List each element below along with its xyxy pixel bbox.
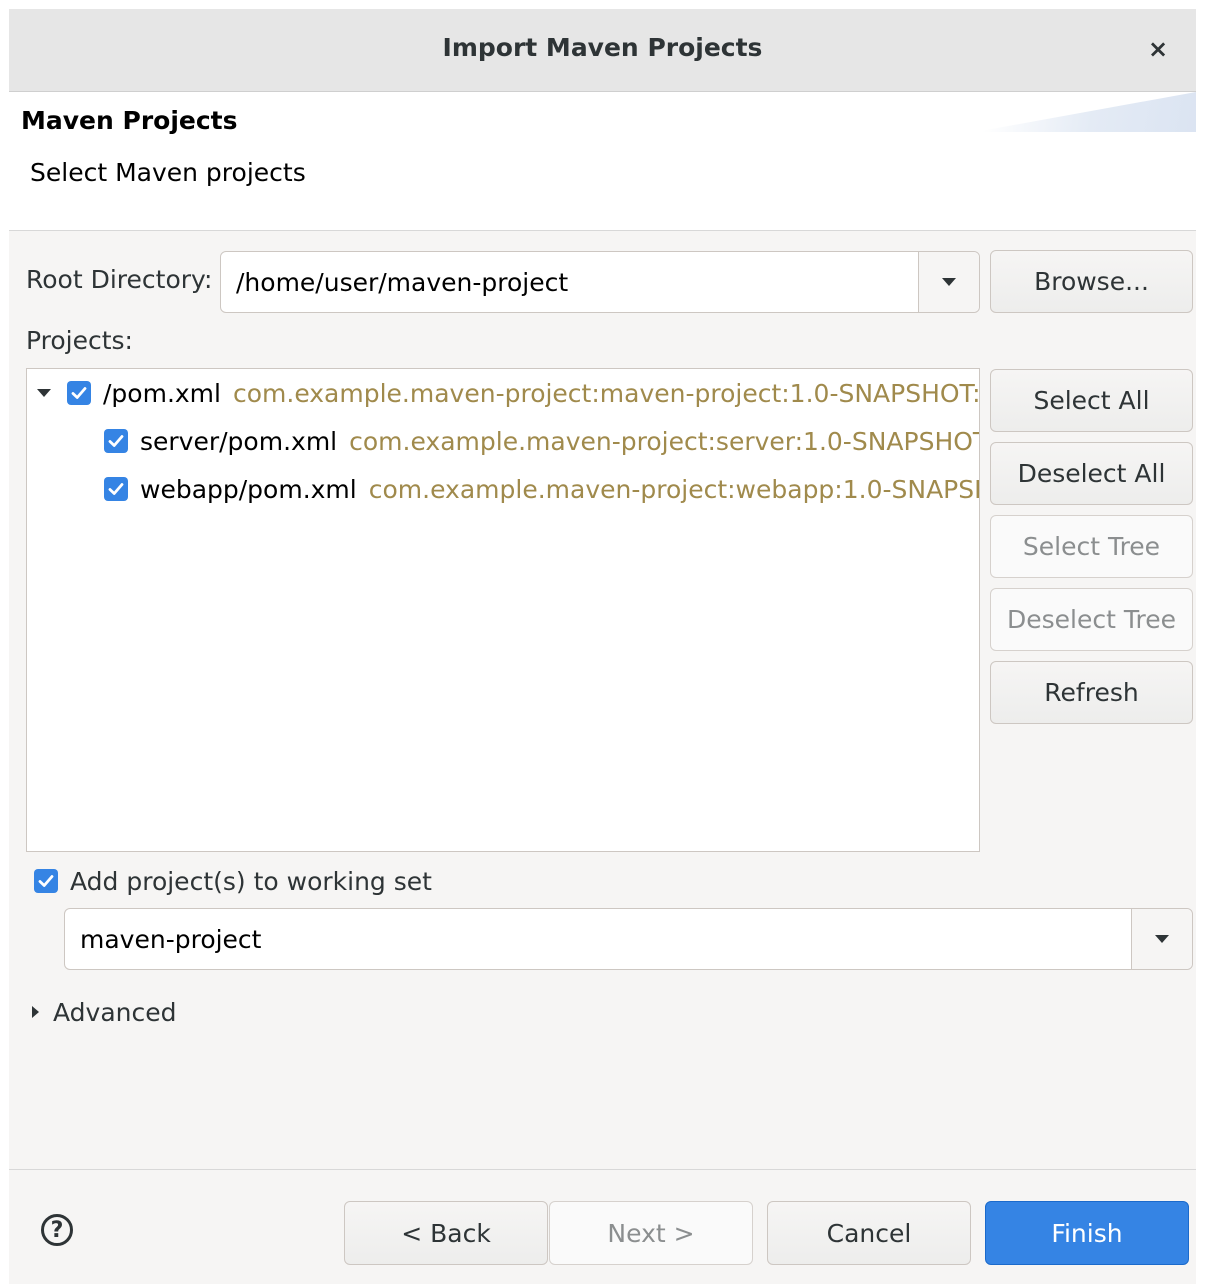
working-set-dropdown-button[interactable]: [1131, 909, 1192, 969]
checkbox-checked-icon[interactable]: [104, 477, 128, 501]
checkbox-checked-icon[interactable]: [104, 429, 128, 453]
next-button[interactable]: Next >: [549, 1201, 753, 1265]
checkbox-checked-icon[interactable]: [34, 869, 58, 893]
root-directory-combo[interactable]: /home/user/maven-project: [220, 251, 980, 313]
title-bar: Import Maven Projects ×: [9, 9, 1196, 92]
project-gav: com.example.maven-project:server:1.0-SNA…: [349, 426, 980, 456]
tree-row[interactable]: server/pom.xml com.example.maven-project…: [104, 421, 980, 461]
chevron-down-icon: [942, 278, 956, 286]
wizard-body: Root Directory: /home/user/maven-project…: [9, 231, 1196, 1169]
working-set-combo[interactable]: maven-project: [64, 908, 1193, 970]
working-set-value[interactable]: maven-project: [80, 909, 261, 969]
chevron-down-icon: [1155, 935, 1169, 943]
advanced-expander[interactable]: Advanced: [32, 992, 177, 1032]
header-banner-graphic: [975, 92, 1196, 132]
working-set-checkbox-row[interactable]: Add project(s) to working set: [34, 861, 432, 901]
window-title: Import Maven Projects: [442, 33, 763, 62]
browse-button[interactable]: Browse...: [990, 250, 1193, 313]
project-name: server/pom.xml: [140, 426, 338, 456]
project-gav: com.example.maven-project:webapp:1.0-SNA…: [368, 474, 979, 504]
working-set-checkbox-label[interactable]: Add project(s) to working set: [70, 867, 432, 896]
page-description: Select Maven projects: [30, 158, 306, 187]
deselect-all-button[interactable]: Deselect All: [990, 442, 1193, 505]
cancel-button[interactable]: Cancel: [767, 1201, 971, 1265]
tree-row[interactable]: /pom.xml com.example.maven-project:maven…: [37, 373, 980, 413]
wizard-footer: ? < Back Next > Cancel Finish: [9, 1169, 1196, 1284]
project-name: /pom.xml: [103, 378, 221, 408]
back-button[interactable]: < Back: [344, 1201, 548, 1265]
close-icon[interactable]: ×: [1142, 33, 1174, 65]
checkbox-checked-icon[interactable]: [67, 381, 91, 405]
root-directory-value[interactable]: /home/user/maven-project: [236, 252, 568, 312]
projects-label: Projects:: [26, 326, 133, 355]
refresh-button[interactable]: Refresh: [990, 661, 1193, 724]
root-directory-dropdown-button[interactable]: [918, 252, 979, 312]
help-icon[interactable]: ?: [41, 1214, 73, 1246]
advanced-label[interactable]: Advanced: [53, 998, 177, 1027]
finish-button[interactable]: Finish: [985, 1201, 1189, 1265]
chevron-right-icon[interactable]: [32, 1006, 39, 1018]
page-title: Maven Projects: [21, 106, 238, 135]
select-all-button[interactable]: Select All: [990, 369, 1193, 432]
root-directory-label: Root Directory:: [26, 265, 212, 294]
deselect-tree-button[interactable]: Deselect Tree: [990, 588, 1193, 651]
expand-arrow-icon[interactable]: [37, 389, 51, 397]
projects-tree[interactable]: /pom.xml com.example.maven-project:maven…: [26, 368, 980, 852]
project-gav: com.example.maven-project:maven-project:…: [232, 378, 980, 408]
project-name: webapp/pom.xml: [140, 474, 357, 504]
wizard-header: Maven Projects Select Maven projects: [9, 92, 1196, 231]
root-directory-label-text: Root Directory:: [26, 265, 213, 294]
tree-row[interactable]: webapp/pom.xml com.example.maven-project…: [104, 469, 979, 509]
select-tree-button[interactable]: Select Tree: [990, 515, 1193, 578]
